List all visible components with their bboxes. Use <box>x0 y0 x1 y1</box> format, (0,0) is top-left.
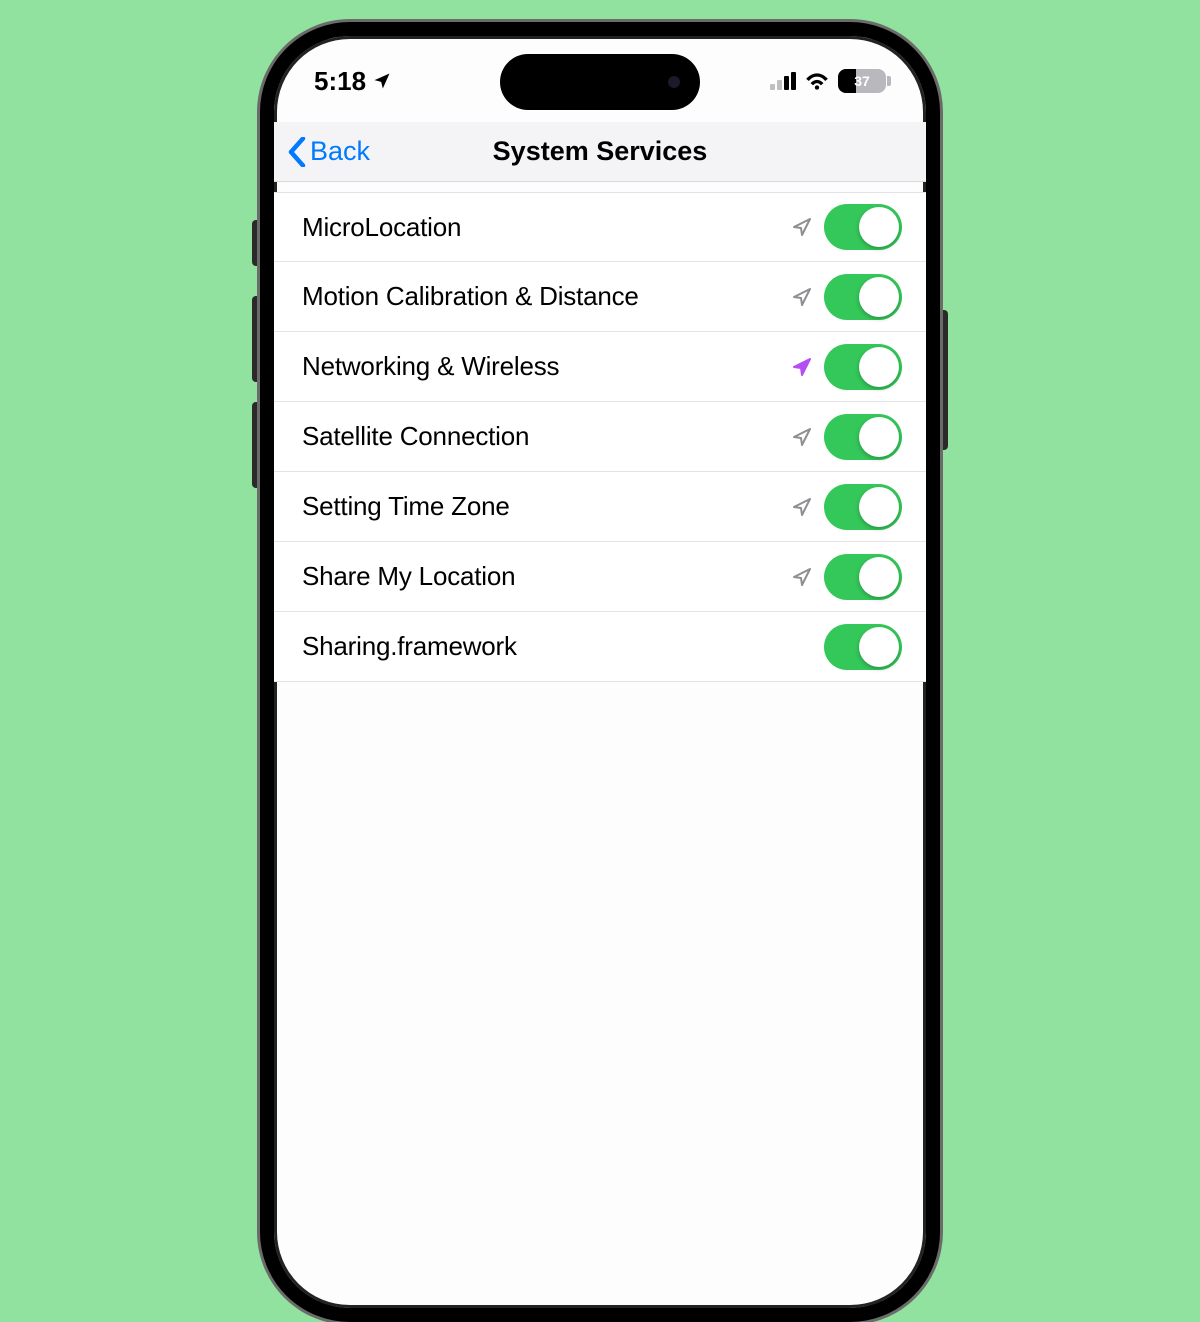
toggle-switch[interactable] <box>824 484 902 530</box>
settings-row: Setting Time Zone <box>274 472 926 542</box>
location-arrow-icon <box>790 215 814 239</box>
location-arrow-icon <box>372 71 392 91</box>
location-arrow-icon <box>790 285 814 309</box>
settings-row-label: Share My Location <box>302 561 790 592</box>
back-button[interactable]: Back <box>274 136 370 167</box>
settings-row-label: Satellite Connection <box>302 421 790 452</box>
settings-row-label: Setting Time Zone <box>302 491 790 522</box>
back-label: Back <box>310 136 370 167</box>
battery-percent: 37 <box>838 73 886 89</box>
toggle-switch[interactable] <box>824 624 902 670</box>
settings-row-label: Motion Calibration & Distance <box>302 281 790 312</box>
toggle-switch[interactable] <box>824 204 902 250</box>
page-title: System Services <box>274 136 926 167</box>
settings-row: Share My Location <box>274 542 926 612</box>
cellular-signal-icon <box>770 72 796 90</box>
settings-row-label: Networking & Wireless <box>302 351 790 382</box>
settings-row: MicroLocation <box>274 192 926 262</box>
settings-list: MicroLocation Motion Calibration & Dista… <box>274 192 926 682</box>
status-time: 5:18 <box>314 66 366 97</box>
phone-frame: 5:18 37 Back <box>260 22 940 1322</box>
settings-row: Sharing.framework <box>274 612 926 682</box>
toggle-switch[interactable] <box>824 554 902 600</box>
toggle-switch[interactable] <box>824 344 902 390</box>
settings-row: Motion Calibration & Distance <box>274 262 926 332</box>
toggle-switch[interactable] <box>824 414 902 460</box>
status-bar: 5:18 37 <box>274 56 926 106</box>
settings-row-label: MicroLocation <box>302 212 790 243</box>
battery-icon: 37 <box>838 69 886 93</box>
settings-row: Satellite Connection <box>274 402 926 472</box>
nav-bar: Back System Services <box>274 122 926 182</box>
chevron-left-icon <box>288 137 306 167</box>
location-arrow-icon <box>790 355 814 379</box>
toggle-switch[interactable] <box>824 274 902 320</box>
settings-row-label: Sharing.framework <box>302 631 824 662</box>
location-arrow-icon <box>790 565 814 589</box>
wifi-icon <box>804 71 830 91</box>
location-arrow-icon <box>790 425 814 449</box>
location-arrow-icon <box>790 495 814 519</box>
settings-row: Networking & Wireless <box>274 332 926 402</box>
